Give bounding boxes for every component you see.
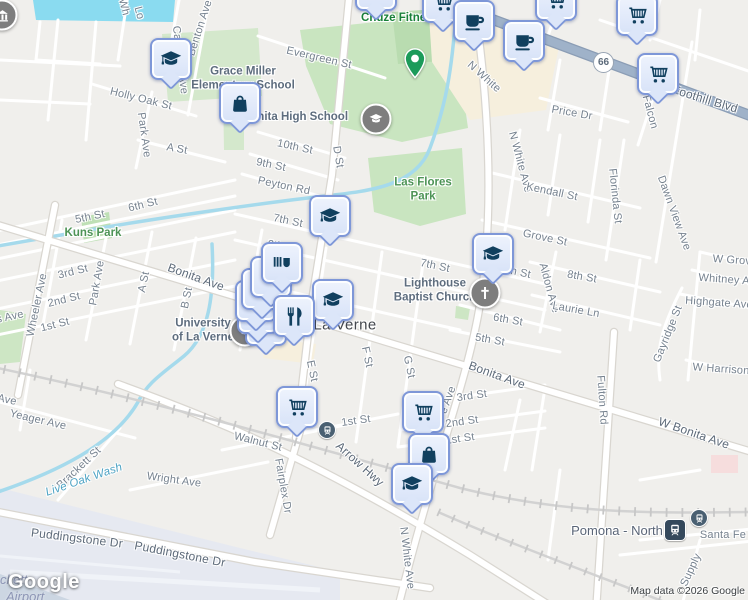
cart-marker[interactable] [276,386,318,428]
bag-marker[interactable] [219,82,261,124]
cart-marker[interactable] [402,391,444,433]
school-marker[interactable] [312,279,354,321]
map-attribution: Map data ©2026 Google [630,585,745,597]
cart-marker[interactable] [535,0,577,21]
route-66-shield: 66 [593,52,614,73]
school-icon [481,242,505,266]
transit-station-icon[interactable] [690,509,708,527]
transit-station-icon[interactable] [318,421,336,439]
poi-label-las-flores[interactable]: Las Flores Park [394,176,452,205]
bag-icon [418,443,440,465]
poi-label-university[interactable]: University of La Verne [172,317,234,346]
bonita-high-school-circle[interactable] [360,103,392,135]
coffee-marker[interactable] [503,20,545,62]
cart-icon [432,0,455,14]
park-pin[interactable] [404,48,426,84]
bar-icon [271,252,293,274]
poi-label-kuns-park[interactable]: Kuns Park [65,226,122,240]
restaurant-icon [283,305,306,328]
map-canvas[interactable]: 66 ckett Airport Google Map data ©2026 G… [0,0,748,600]
school-marker[interactable] [309,195,351,237]
school-marker[interactable] [391,463,433,505]
street-label-santa-fe-st: Santa Fe St [699,529,748,541]
cart-marker[interactable] [616,0,658,36]
coffee-icon [513,30,536,53]
school-icon [321,288,345,312]
building-icon [0,7,10,23]
school-marker[interactable] [472,233,514,275]
cafe-marker[interactable] [355,0,397,11]
google-logo: Google [8,571,80,593]
bar-marker[interactable] [261,242,303,284]
transit-station-icon[interactable] [664,519,686,541]
cart-icon [626,4,649,27]
cart-icon [647,63,670,86]
school-icon [318,204,342,228]
coffee-marker[interactable] [453,0,495,42]
bag-icon [229,92,251,114]
school-icon [159,47,183,71]
school-icon [400,472,424,496]
park-pin-icon [404,48,426,79]
cart-icon [412,401,435,424]
cart-marker[interactable] [637,53,679,95]
restaurant-marker[interactable] [273,295,315,337]
school-marker[interactable] [150,38,192,80]
poi-label-lighthouse[interactable]: Lighthouse Baptist Church [394,277,476,306]
poi-label-pomona-north[interactable]: Pomona - North [571,523,663,539]
church-icon [477,285,494,302]
cafe-icon [365,0,388,2]
cart-icon [286,396,309,419]
cart-icon [545,0,568,12]
coffee-icon [463,10,486,33]
school-icon [368,111,385,128]
